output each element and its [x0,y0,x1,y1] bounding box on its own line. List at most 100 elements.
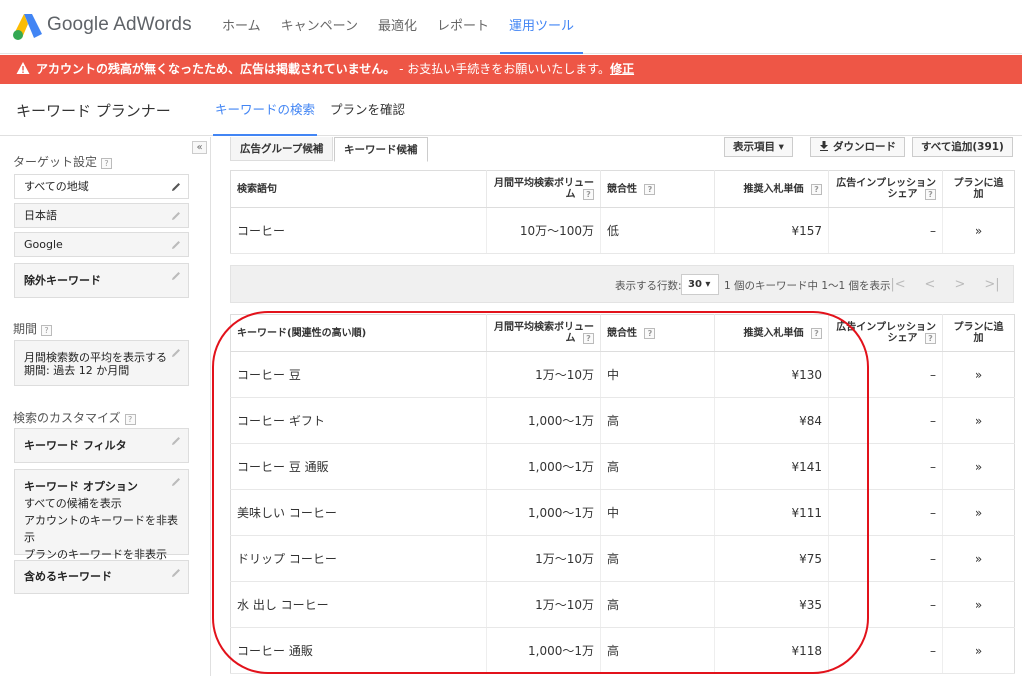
keyword-cell: コーヒー [230,207,487,254]
location-setting[interactable]: すべての地域 [14,174,189,199]
keyword-cell: 水 出し コーヒー [230,581,487,628]
col-add-to-plan: プランに追加 [942,170,1015,208]
pencil-icon[interactable] [170,270,182,282]
pencil-icon[interactable] [170,476,182,488]
add-to-plan-button[interactable]: » [942,581,1015,628]
keyword-filter-setting[interactable]: キーワード フィルタ [14,428,189,463]
competition-cell: 中 [600,489,715,536]
col-impression-share[interactable]: 広告インプレッションシェア ? [828,170,943,208]
table-row: コーヒー 10万～100万 低 ¥157 – » [230,207,1015,254]
table-row: コーヒー 豆 通販 1,000～1万 高 ¥141 – » [230,443,1015,490]
adwords-logo-icon[interactable] [13,11,43,41]
add-to-plan-button[interactable]: » [942,351,1015,398]
add-to-plan-button[interactable]: » [942,443,1015,490]
help-icon[interactable]: ? [583,189,594,200]
last-page-button[interactable]: >| [979,274,1005,296]
pencil-icon[interactable] [170,567,182,579]
include-keywords-setting[interactable]: 含めるキーワード [14,560,189,594]
pencil-icon[interactable] [170,347,182,359]
nav-tools[interactable]: 運用ツール [500,0,584,54]
first-page-button[interactable]: |< [885,274,911,296]
help-icon[interactable]: ? [644,327,656,339]
competition-cell: 低 [600,207,715,254]
volume-cell: 1,000～1万 [486,397,601,444]
table-row: コーヒー 通販 1,000～1万 高 ¥118 – » [230,627,1015,674]
download-button[interactable]: ダウンロード [810,137,905,157]
add-to-plan-button[interactable]: » [942,627,1015,674]
nav-campaigns[interactable]: キャンペーン [272,0,367,54]
help-icon[interactable]: ? [41,325,53,336]
pencil-icon[interactable] [170,181,182,193]
competition-cell: 高 [600,581,715,628]
competition-cell: 高 [600,627,715,674]
rows-label: 表示する行数: [615,280,682,292]
option-hide-account-keywords: アカウントのキーワードを非表示 [24,514,178,544]
location-value: すべての地域 [24,180,89,193]
period-line-2: 期間: 過去 12 か月間 [24,364,130,377]
add-to-plan-button[interactable]: » [942,207,1015,254]
keyword-ideas-table: キーワード(関連性の高い順) 月間平均検索ボリューム ? 競合性 ? 推奨入札単… [230,314,1015,674]
keyword-filter-label: キーワード フィルタ [24,439,127,452]
col-monthly-volume-label: 月間平均検索ボリューム [494,322,594,344]
col-suggested-bid[interactable]: 推奨入札単価 ? [714,170,829,208]
tab-keyword-search[interactable]: キーワードの検索 [213,84,318,136]
pencil-icon[interactable] [170,435,182,447]
include-keywords-label: 含めるキーワード [24,570,112,583]
col-competition[interactable]: 競合性 ? [600,314,715,352]
period-section-title: 期間? [13,320,53,337]
customize-title-text: 検索のカスタマイズ [13,411,121,425]
help-icon[interactable]: ? [811,327,822,339]
help-icon[interactable]: ? [811,183,822,195]
period-setting[interactable]: 月間検索数の平均を表示する 期間: 過去 12 か月間 [14,340,189,386]
keyword-cell: 美味しい コーヒー [230,489,487,536]
nav-opportunities[interactable]: 最適化 [369,0,426,54]
col-add-to-plan: プランに追加 [942,314,1015,352]
help-icon[interactable]: ? [101,158,113,169]
next-page-button[interactable]: > [947,274,973,296]
pagination-summary: 1 個のキーワード中 1～1 個を表示 [724,280,891,292]
bid-cell: ¥130 [714,351,829,398]
add-to-plan-button[interactable]: » [942,397,1015,444]
rows-per-page-select[interactable]: 30 ▾ [681,274,719,295]
alert-fix-link[interactable]: 修正 [610,62,634,76]
table-row: コーヒー ギフト 1,000～1万 高 ¥84 – » [230,397,1015,444]
add-to-plan-button[interactable]: » [942,535,1015,582]
pencil-icon[interactable] [170,239,182,251]
tab-keyword-ideas[interactable]: キーワード候補 [334,137,428,162]
col-competition[interactable]: 競合性 ? [600,170,715,208]
col-keyword-relevance[interactable]: キーワード(関連性の高い順) [230,314,487,352]
nav-reports[interactable]: レポート [428,0,498,54]
pencil-icon[interactable] [170,210,182,222]
app-logo-text[interactable]: Google AdWords [47,14,192,36]
nav-home[interactable]: ホーム [213,0,270,54]
collapse-sidebar-button[interactable]: « [192,141,207,154]
network-setting[interactable]: Google [14,232,189,257]
help-icon[interactable]: ? [583,333,594,344]
help-icon[interactable]: ? [925,189,936,200]
keyword-options-setting[interactable]: キーワード オプション すべての候補を表示 アカウントのキーワードを非表示 プラ… [14,469,189,561]
columns-button[interactable]: 表示項目 ▾ [724,137,793,157]
language-setting[interactable]: 日本語 [14,203,189,228]
option-show-all: すべての候補を表示 [24,497,122,510]
help-icon[interactable]: ? [925,333,936,344]
prev-page-button[interactable]: < [917,274,943,296]
col-impression-share[interactable]: 広告インプレッションシェア ? [828,314,943,352]
tab-review-plan[interactable]: プランを確認 [328,84,407,136]
volume-cell: 10万～100万 [486,207,601,254]
tab-ad-group-ideas[interactable]: 広告グループ候補 [230,137,334,161]
col-monthly-volume[interactable]: 月間平均検索ボリューム ? [486,170,601,208]
keyword-cell: コーヒー ギフト [230,397,487,444]
help-icon[interactable]: ? [644,183,656,195]
col-search-term[interactable]: 検索語句 [230,170,487,208]
add-all-button[interactable]: すべて追加(391) [912,137,1013,157]
customize-section-title: 検索のカスタマイズ? [13,409,136,426]
add-to-plan-button[interactable]: » [942,489,1015,536]
period-line-1: 月間検索数の平均を表示する [24,351,167,364]
col-monthly-volume[interactable]: 月間平均検索ボリューム ? [486,314,601,352]
share-cell: – [828,397,943,444]
negative-keywords-setting[interactable]: 除外キーワード [14,263,189,298]
help-icon[interactable]: ? [124,414,136,425]
period-title-text: 期間 [13,322,38,336]
share-cell: – [828,581,943,628]
col-suggested-bid[interactable]: 推奨入札単価 ? [714,314,829,352]
